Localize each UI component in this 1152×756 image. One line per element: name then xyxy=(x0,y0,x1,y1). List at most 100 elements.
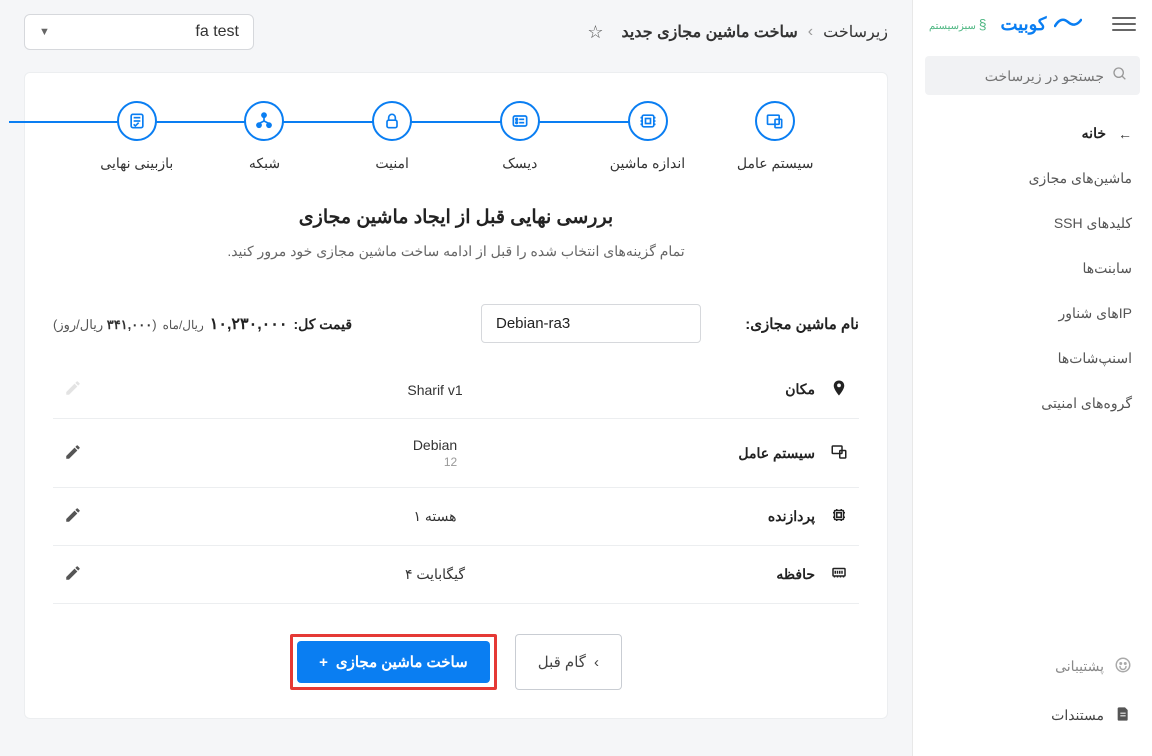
summary-subvalue: 12 xyxy=(413,455,457,469)
summary-list: مکان Sharif v1 سیستم عامل Debian xyxy=(53,361,859,604)
review-heading: بررسی نهایی قبل از ایجاد ماشین مجازی xyxy=(53,206,859,229)
size-step-icon xyxy=(628,101,668,141)
summary-value: ۴ گیگابایت xyxy=(405,566,465,583)
logo[interactable]: کوبیت § سبزسیستم xyxy=(929,13,1082,36)
sidebar-search[interactable] xyxy=(925,56,1140,95)
nav-home[interactable]: ← خانه xyxy=(913,111,1152,156)
price-monthly-unit: ریال/ماه xyxy=(163,318,204,332)
nav-label: مستندات xyxy=(1051,707,1104,724)
nav-label: سابنت‌ها xyxy=(1082,260,1132,277)
action-buttons: › گام قبل ساخت ماشین مجازی + xyxy=(53,634,859,690)
os-icon xyxy=(827,443,851,464)
summary-label: مکان xyxy=(665,381,815,398)
location-icon xyxy=(827,379,851,400)
create-button-highlight: ساخت ماشین مجازی + xyxy=(290,634,497,690)
edit-cpu-button[interactable] xyxy=(61,506,85,527)
summary-label: پردازنده xyxy=(665,508,815,525)
project-selector[interactable]: fa test ▼ xyxy=(24,14,254,50)
review-card: سیستم عامل اندازه ماشین دیسک xyxy=(24,72,888,719)
create-vm-button[interactable]: ساخت ماشین مجازی + xyxy=(297,641,490,683)
step-review[interactable]: بازبینی نهایی xyxy=(73,101,201,172)
step-label: شبکه xyxy=(249,155,280,172)
logo-text: کوبیت xyxy=(1000,14,1046,35)
nav-support[interactable]: پشتیبانی xyxy=(913,642,1152,691)
step-label: بازبینی نهایی xyxy=(100,155,173,172)
topbar: زیرساخت › ساخت ماشین مجازی جدید ☆ fa tes… xyxy=(0,0,912,64)
step-security[interactable]: امنیت xyxy=(328,101,456,172)
summary-label: سیستم عامل xyxy=(665,445,815,462)
step-network[interactable]: شبکه xyxy=(201,101,329,172)
button-label: ساخت ماشین مجازی xyxy=(336,653,468,671)
disk-step-icon xyxy=(500,101,540,141)
review-subtitle: تمام گزینه‌های انتخاب شده را قبل از ادام… xyxy=(53,243,859,260)
logo-icon xyxy=(1054,13,1082,36)
nav-subnets[interactable]: سابنت‌ها xyxy=(913,246,1152,291)
search-icon xyxy=(1112,66,1128,85)
docs-icon xyxy=(1114,705,1132,726)
nav-label: IPهای شناور xyxy=(1059,305,1132,322)
price-daily: (۳۴۱,۰۰۰ ریال/روز) xyxy=(53,317,157,333)
nav-docs[interactable]: مستندات xyxy=(913,691,1152,740)
nav-floating-ips[interactable]: IPهای شناور xyxy=(913,291,1152,336)
summary-value: Debian xyxy=(413,437,457,453)
summary-row-os: سیستم عامل Debian 12 xyxy=(53,419,859,488)
prev-step-button[interactable]: › گام قبل xyxy=(515,634,622,690)
summary-row-location: مکان Sharif v1 xyxy=(53,361,859,419)
logo-subtext: § سبزسیستم xyxy=(929,16,986,32)
step-os[interactable]: سیستم عامل xyxy=(711,101,839,172)
nav-label: خانه xyxy=(1082,125,1106,142)
breadcrumb-current: ساخت ماشین مجازی جدید xyxy=(622,22,798,42)
price-display: قیمت کل: ۱۰,۲۳۰,۰۰۰ ریال/ماه (۳۴۱,۰۰۰ ری… xyxy=(53,314,352,334)
summary-label: حافظه xyxy=(665,566,815,583)
os-step-icon xyxy=(755,101,795,141)
review-step-icon xyxy=(117,101,157,141)
nav-list: ← خانه ماشین‌های مجازی کلیدهای SSH سابنت… xyxy=(913,111,1152,426)
nav-security-groups[interactable]: گروه‌های امنیتی xyxy=(913,381,1152,426)
memory-icon xyxy=(827,564,851,585)
menu-toggle[interactable] xyxy=(1112,12,1136,36)
project-selected: fa test xyxy=(195,23,239,41)
edit-memory-button[interactable] xyxy=(61,564,85,585)
support-icon xyxy=(1114,656,1132,677)
button-label: گام قبل xyxy=(538,653,586,671)
vm-name-row: نام ماشین مجازی: قیمت کل: ۱۰,۲۳۰,۰۰۰ ریا… xyxy=(53,304,859,343)
plus-icon: + xyxy=(319,654,328,671)
nav-snapshots[interactable]: اسنپ‌شات‌ها xyxy=(913,336,1152,381)
price-label: قیمت کل: xyxy=(293,316,352,333)
search-input[interactable] xyxy=(923,68,1104,84)
summary-row-memory: حافظه ۴ گیگابایت xyxy=(53,546,859,604)
nav-ssh[interactable]: کلیدهای SSH xyxy=(913,201,1152,246)
stepper: سیستم عامل اندازه ماشین دیسک xyxy=(53,97,859,172)
cpu-icon xyxy=(827,506,851,527)
breadcrumb-separator: › xyxy=(808,23,813,41)
summary-value: ۱ هسته xyxy=(413,508,456,525)
nav-label: گروه‌های امنیتی xyxy=(1041,395,1132,412)
main-content: زیرساخت › ساخت ماشین مجازی جدید ☆ fa tes… xyxy=(0,0,912,756)
vm-name-input[interactable] xyxy=(481,304,701,343)
nav-vms[interactable]: ماشین‌های مجازی xyxy=(913,156,1152,201)
nav-label: کلیدهای SSH xyxy=(1054,215,1132,232)
chevron-right-icon: › xyxy=(594,654,599,671)
vm-name-label: نام ماشین مجازی: xyxy=(719,315,859,333)
step-label: امنیت xyxy=(375,155,409,172)
chevron-down-icon: ▼ xyxy=(39,26,50,38)
edit-location-button xyxy=(61,379,85,400)
step-disk[interactable]: دیسک xyxy=(456,101,584,172)
security-step-icon xyxy=(372,101,412,141)
step-label: دیسک xyxy=(502,155,537,172)
nav-label: ماشین‌های مجازی xyxy=(1029,170,1132,187)
arrow-icon: ← xyxy=(1116,126,1132,142)
summary-value: Sharif v1 xyxy=(407,382,462,398)
sidebar: کوبیت § سبزسیستم ← خانه ماشین‌های مجازی … xyxy=(912,0,1152,756)
step-size[interactable]: اندازه ماشین xyxy=(584,101,712,172)
nav-label: اسنپ‌شات‌ها xyxy=(1058,350,1132,367)
summary-row-cpu: پردازنده ۱ هسته xyxy=(53,488,859,546)
network-step-icon xyxy=(244,101,284,141)
step-label: اندازه ماشین xyxy=(610,155,685,172)
favorite-icon[interactable]: ☆ xyxy=(587,22,603,43)
edit-os-button[interactable] xyxy=(61,443,85,464)
breadcrumb-root[interactable]: زیرساخت xyxy=(823,22,888,42)
step-label: سیستم عامل xyxy=(737,155,814,172)
price-monthly-value: ۱۰,۲۳۰,۰۰۰ xyxy=(210,314,288,334)
breadcrumbs: زیرساخت › ساخت ماشین مجازی جدید ☆ xyxy=(587,22,888,43)
